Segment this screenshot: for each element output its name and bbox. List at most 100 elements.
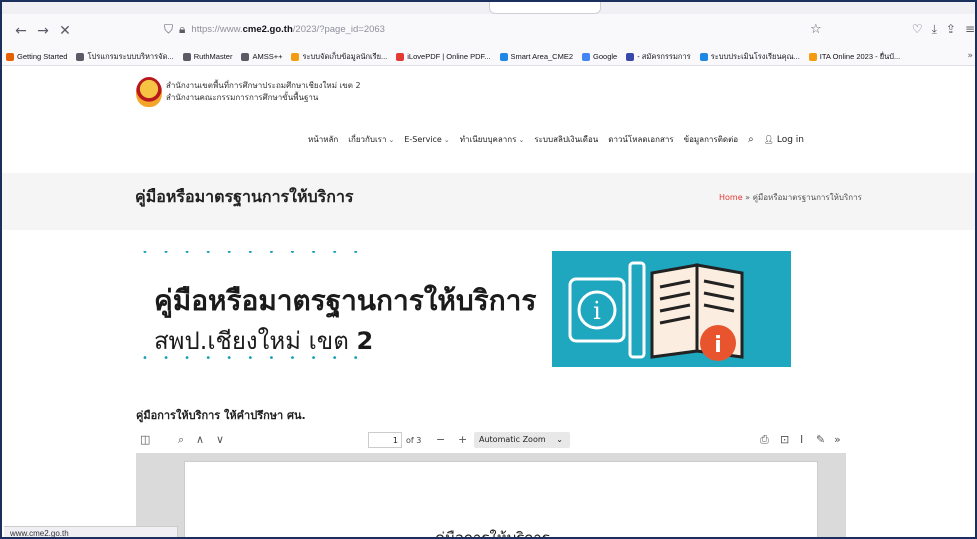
menu-item-label: ข้อมูลการติดต่อ xyxy=(683,135,739,144)
menu-item-label: ระบบสลิปเงินเดือน xyxy=(534,135,599,144)
page-title-bar: คู่มือหรือมาตรฐานการให้บริการ Home » คู่… xyxy=(2,173,975,230)
bookmark-favicon-icon xyxy=(582,52,591,61)
menu-item[interactable]: ทำเนียบบุคลากร ⌄ xyxy=(460,133,525,146)
bookmark-favicon-icon xyxy=(626,52,635,61)
print-icon[interactable]: ⎙ xyxy=(760,433,769,447)
forward-icon[interactable]: → xyxy=(32,23,54,39)
breadcrumb-separator: » xyxy=(745,193,751,202)
bookmark-favicon-icon xyxy=(699,52,708,61)
status-bar-url: www.cme2.go.th xyxy=(4,526,178,537)
download-pdf-icon[interactable]: ⊡ xyxy=(780,433,789,446)
bookmarks-overflow-icon[interactable]: » xyxy=(967,51,973,61)
bookmark-label: ระบบจัดเก็บข้อมูลนักเรีย... xyxy=(302,51,388,61)
breadcrumb-home-link[interactable]: Home xyxy=(719,193,743,202)
bookmark-label: Google xyxy=(593,52,618,61)
more-tools-icon[interactable]: » xyxy=(834,433,841,446)
back-icon[interactable]: ← xyxy=(10,23,32,39)
bookmark-favicon-icon xyxy=(76,52,85,61)
login-label: Log in xyxy=(776,134,805,145)
pdf-canvas-area[interactable]: คู่มือการให้บริการ xyxy=(136,453,846,539)
menu-item-label: หน้าหลัก xyxy=(308,135,339,144)
pdf-page-heading: คู่มือการให้บริการ xyxy=(435,529,550,539)
browser-tools: ♡ ⤓ ⇪ ≡ xyxy=(912,22,975,37)
menu-item[interactable]: หน้าหลัก xyxy=(308,133,338,146)
draw-tool-icon[interactable]: ✎ xyxy=(816,433,825,446)
bookmark-favicon-icon xyxy=(241,52,250,61)
sidebar-toggle-icon[interactable]: ◫ xyxy=(140,433,150,446)
menu-item-label: E-Service xyxy=(404,135,442,144)
breadcrumb-current: คู่มือหรือมาตรฐานการให้บริการ xyxy=(752,193,862,202)
text-tool-icon[interactable]: I xyxy=(800,433,803,446)
bookmark-item[interactable]: Google xyxy=(582,52,617,61)
bookmark-item[interactable]: iLovePDF | Online PDF... xyxy=(396,52,491,61)
active-tab[interactable] xyxy=(489,2,601,14)
menu-icon[interactable]: ≡ xyxy=(965,22,975,37)
menu-item[interactable]: ดาวน์โหลดเอกสาร xyxy=(608,133,673,146)
organization-logo[interactable] xyxy=(136,77,162,107)
browser-window: ← → ✕ ⛉ 🔒︎ https://www.cme2.go.th/2023/?… xyxy=(0,0,977,539)
banner-dots-bottom: • • • • • • • • • • • xyxy=(142,353,365,364)
bookmark-label: ระบบประเมินโรงเรียนคุณ... xyxy=(710,51,800,61)
bookmark-favicon-icon xyxy=(6,52,14,61)
bookmark-item[interactable]: Smart Area_CME2 xyxy=(499,52,574,61)
info-glyph: i xyxy=(593,297,601,325)
org-name-line2: สำนักงานคณะกรรมการการศึกษาขั้นพื้นฐาน xyxy=(166,93,319,102)
pdf-section-title: คู่มือการให้บริการ ให้คำปรึกษา ศน. xyxy=(136,409,306,422)
address-bar[interactable]: ⛉ 🔒︎ https://www.cme2.go.th/2023/?page_i… xyxy=(164,17,844,41)
menu-item-label: ทำเนียบบุคลากร xyxy=(459,135,517,144)
search-icon[interactable]: ⌕ xyxy=(748,134,754,145)
user-icon: 👤︎ xyxy=(763,135,774,144)
bookmark-label: iLovePDF | Online PDF... xyxy=(407,52,491,61)
bookmark-label: Getting Started xyxy=(17,52,68,61)
svg-text:i: i xyxy=(714,333,722,358)
find-icon[interactable]: ⌕ xyxy=(178,433,184,447)
page-total: of 3 xyxy=(406,436,422,445)
bookmark-favicon-icon xyxy=(808,52,817,61)
breadcrumb: Home » คู่มือหรือมาตรฐานการให้บริการ xyxy=(719,191,862,204)
main-menu: หน้าหลัก เกี่ยวกับเรา ⌄ E-Service ⌄ ทำเนียบบุ… xyxy=(308,133,804,146)
navigation-toolbar: ← → ✕ ⛉ 🔒︎ https://www.cme2.go.th/2023/?… xyxy=(2,14,975,48)
bookmark-label: ITA Online 2023 - ยื่นบั... xyxy=(819,51,901,61)
login-button[interactable]: 👤︎ Log in xyxy=(764,135,804,145)
bookmark-star-icon[interactable]: ☆ xyxy=(810,22,822,37)
bookmark-label: Smart Area_CME2 xyxy=(510,52,574,61)
download-icon[interactable]: ⤓ xyxy=(932,22,937,37)
bookmark-item[interactable]: - สมัครกรรมการ xyxy=(626,51,691,63)
bookmark-item[interactable]: Getting Started xyxy=(6,52,67,61)
bookmark-favicon-icon xyxy=(291,52,300,61)
banner-title: คู่มือหรือมาตรฐานการให้บริการ xyxy=(154,284,537,317)
shield-icon[interactable]: ⛉ xyxy=(164,22,173,37)
menu-item[interactable]: ข้อมูลการติดต่อ xyxy=(684,133,738,146)
manual-book-illustration: i i xyxy=(568,261,744,361)
pocket-icon[interactable]: ♡ xyxy=(912,22,923,37)
bookmark-item[interactable]: RuthMaster xyxy=(182,52,232,61)
bookmark-item[interactable]: AMSS++ xyxy=(241,52,282,61)
next-page-icon[interactable]: ∨ xyxy=(216,433,224,446)
menu-item[interactable]: ระบบสลิปเงินเดือน xyxy=(534,133,598,146)
previous-page-icon[interactable]: ∧ xyxy=(196,433,204,446)
bookmark-item[interactable]: ระบบจัดเก็บข้อมูลนักเรีย... xyxy=(291,51,387,63)
open-book-left-page xyxy=(650,263,699,359)
bookmark-favicon-icon xyxy=(182,52,191,61)
pdf-page: คู่มือการให้บริการ xyxy=(184,461,818,539)
close-icon[interactable]: ✕ xyxy=(54,23,76,39)
bookmark-item[interactable]: ITA Online 2023 - ยื่นบั... xyxy=(808,51,901,63)
url-text[interactable]: https://www.cme2.go.th/2023/?page_id=206… xyxy=(191,24,385,35)
zoom-out-icon[interactable]: − xyxy=(436,433,445,446)
bookmark-item[interactable]: ระบบประเมินโรงเรียนคุณ... xyxy=(699,51,800,63)
bookmark-label: AMSS++ xyxy=(252,52,283,61)
extensions-icon[interactable]: ⇪ xyxy=(946,22,956,37)
menu-item-label: เกี่ยวกับเรา xyxy=(348,135,387,144)
menu-item[interactable]: E-Service ⌄ xyxy=(404,135,449,144)
chevron-down-icon: ⌄ xyxy=(556,435,563,444)
bookmark-label: โปรแกรมระบบบริหารจัด... xyxy=(87,51,174,61)
menu-item[interactable]: เกี่ยวกับเรา ⌄ xyxy=(348,133,394,146)
zoom-select[interactable]: Automatic Zoom ⌄ xyxy=(474,432,570,448)
lock-icon[interactable]: 🔒︎ xyxy=(179,22,185,37)
bookmark-item[interactable]: โปรแกรมระบบบริหารจัด... xyxy=(76,51,174,63)
zoom-in-icon[interactable]: + xyxy=(458,433,467,446)
site-header: สำนักงานเขตพื้นที่การศึกษาประถมศึกษาเชีย… xyxy=(2,67,975,173)
service-banner: • • • • • • • • • • • คู่มือหรือมาตรฐานก… xyxy=(136,251,791,367)
page-number-input[interactable]: 1 xyxy=(368,432,402,448)
banner-dots-top: • • • • • • • • • • • xyxy=(142,251,365,258)
